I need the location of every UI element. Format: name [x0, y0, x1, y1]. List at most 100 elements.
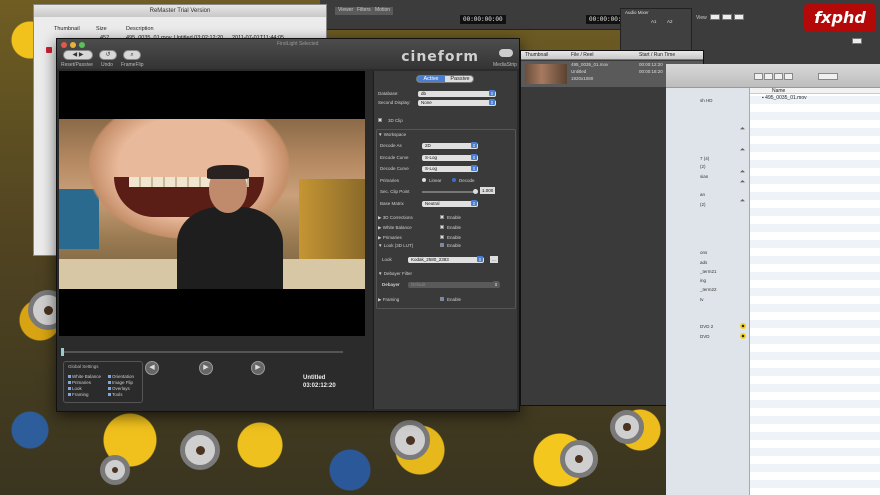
database-select[interactable]: db — [418, 90, 496, 97]
section-look[interactable]: ▼ Look (3D LUT) — [378, 243, 413, 248]
sidebar-item[interactable]: _term21 — [700, 269, 717, 274]
section-white-balance[interactable]: ▶ White Balance — [378, 225, 412, 231]
col-name[interactable]: Name — [772, 88, 785, 94]
fcp-tab[interactable]: Filters — [354, 7, 374, 15]
sidebar-item[interactable]: DVD 2 — [700, 324, 713, 329]
mode-passive-button[interactable]: Passive — [446, 76, 473, 82]
eject-icon[interactable] — [740, 170, 745, 173]
gs-look[interactable]: Look — [68, 386, 82, 391]
reset-button[interactable]: ◀ ▶ — [63, 50, 93, 60]
section-debayer[interactable]: ▼ Debayer Filter — [378, 271, 412, 276]
coverflow-view-button[interactable] — [784, 73, 793, 80]
eject-icon[interactable] — [740, 199, 745, 202]
primaries-decode-radio[interactable] — [452, 178, 456, 182]
sidebar-item[interactable]: sian — [700, 174, 708, 179]
sec-clip-slider-knob[interactable] — [473, 189, 478, 194]
sidebar-item[interactable]: (2) — [700, 202, 706, 207]
eject-icon[interactable] — [740, 148, 745, 151]
col-thumbnail[interactable]: Thumbnail — [525, 52, 548, 58]
look-browse-button[interactable]: ... — [490, 256, 498, 263]
undo-button[interactable]: ↺ — [99, 50, 117, 60]
minimize-icon[interactable] — [70, 42, 76, 48]
sidebar-item[interactable]: (2) — [700, 164, 706, 169]
playhead[interactable] — [61, 348, 64, 356]
primaries-checkbox[interactable] — [440, 235, 444, 239]
white-balance-checkbox[interactable] — [440, 225, 444, 229]
video-viewer[interactable] — [59, 71, 365, 336]
3d-corrections-enable: Enable — [447, 215, 462, 220]
debayer-select[interactable]: Default — [408, 281, 500, 288]
gs-image-flip[interactable]: Image Flip — [108, 380, 133, 385]
look-checkbox[interactable] — [440, 243, 444, 247]
sec-clip-slider[interactable] — [422, 189, 478, 194]
second-display-select[interactable]: None — [418, 99, 496, 106]
sidebar-item[interactable]: 7 (4) — [700, 156, 709, 161]
eject-icon[interactable] — [740, 180, 745, 183]
play-button[interactable]: ▶ — [199, 361, 213, 375]
minion-goggle — [610, 410, 644, 444]
sidebar-item[interactable]: sh HD — [700, 98, 713, 103]
next-frame-button[interactable]: ▶ — [251, 361, 265, 375]
sidebar-item[interactable]: ads — [700, 260, 707, 265]
action-menu-button[interactable] — [818, 73, 838, 80]
mediastrip-button[interactable] — [499, 49, 513, 57]
col-start-run[interactable]: Start / Run Time — [639, 52, 675, 58]
view-toggle-2[interactable] — [722, 14, 732, 20]
frameflip-button[interactable]: ⌕ — [123, 50, 141, 60]
close-icon[interactable] — [61, 42, 67, 48]
sidebar-item[interactable]: an — [700, 192, 705, 197]
sidebar-item[interactable]: DVD — [700, 334, 710, 339]
person-hair — [207, 165, 249, 179]
mode-active-button[interactable]: Active — [417, 76, 445, 82]
cineform-logo: cineform — [401, 49, 479, 65]
workspace-header[interactable]: ▼ Workspace — [378, 132, 406, 137]
decode-curve-select[interactable]: S-Log — [422, 165, 478, 172]
gs-overlays[interactable]: Overlays — [108, 386, 130, 391]
section-primaries[interactable]: ▶ Primaries — [378, 235, 402, 241]
sidebar-item[interactable]: tv — [700, 297, 704, 302]
mode-segmented-control: Active Passive — [416, 75, 474, 83]
minion-goggle — [100, 455, 130, 485]
col-size[interactable]: Size — [96, 26, 107, 32]
sidebar-item[interactable]: _term22 — [700, 287, 717, 292]
gs-white-balance[interactable]: White Balance — [68, 374, 101, 379]
view-toggle-3[interactable] — [734, 14, 744, 20]
zoom-icon[interactable] — [79, 42, 85, 48]
section-framing[interactable]: ▶ Framing — [378, 297, 399, 303]
decode-as-select[interactable]: 2D — [422, 142, 478, 149]
clip3d-label: 3D Clip — [388, 118, 403, 123]
sidebar-item[interactable]: ons — [700, 250, 707, 255]
list-view-button[interactable] — [764, 73, 773, 80]
primaries-label: Primaries — [380, 178, 400, 183]
section-3d-corrections[interactable]: ▶ 3D Corrections — [378, 215, 413, 221]
prev-frame-button[interactable]: ◀ — [145, 361, 159, 375]
primaries-enable: Enable — [447, 235, 462, 240]
icon-view-button[interactable] — [754, 73, 763, 80]
gs-orientation[interactable]: Orientation — [108, 374, 134, 379]
gs-tools[interactable]: Tools — [108, 392, 123, 397]
column-view-button[interactable] — [774, 73, 783, 80]
timeline-scrubber[interactable] — [61, 348, 343, 356]
eject-icon[interactable] — [740, 127, 745, 130]
sec-clip-value[interactable]: 1.000 — [480, 187, 496, 194]
encode-curve-select[interactable]: S-Log — [422, 154, 478, 161]
look-select[interactable]: Kodak_2580_2383 — [408, 256, 484, 263]
col-thumbnail[interactable]: Thumbnail — [54, 26, 80, 32]
finder-sidebar: sh HD 7 (4) (2) sian an (2) ons ads _ter… — [666, 88, 750, 495]
clip-reel: Untitled — [571, 69, 587, 74]
primaries-linear-radio[interactable] — [422, 178, 426, 182]
sidebar-item[interactable]: ing — [700, 278, 706, 283]
framing-checkbox[interactable] — [440, 297, 444, 301]
gs-framing[interactable]: Framing — [68, 392, 89, 397]
clip3d-checkbox[interactable] — [378, 118, 382, 122]
base-matrix-select[interactable]: Neutral — [422, 200, 478, 207]
gs-primaries[interactable]: Primaries — [68, 380, 91, 385]
col-description[interactable]: Description — [126, 26, 154, 32]
view-toggle-4[interactable] — [852, 38, 862, 44]
primaries-linear-label: Linear — [429, 178, 442, 183]
fcp-tab[interactable]: Motion — [372, 7, 394, 15]
view-toggle-1[interactable] — [710, 14, 720, 20]
col-file-reel[interactable]: File / Reel — [571, 52, 594, 58]
file-item[interactable]: ▪ 495_0035_01.mov — [762, 95, 807, 101]
3d-corrections-checkbox[interactable] — [440, 215, 444, 219]
